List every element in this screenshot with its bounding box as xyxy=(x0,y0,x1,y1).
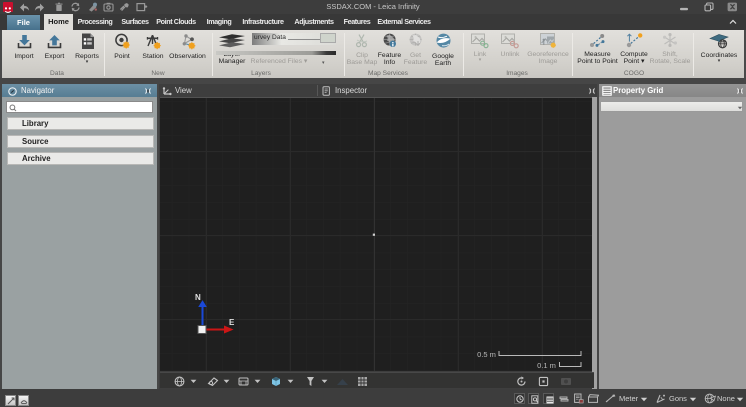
svg-text:0.5 m: 0.5 m xyxy=(477,350,498,359)
svg-text:N: N xyxy=(195,293,201,302)
svg-text:E: E xyxy=(229,318,235,327)
svg-text:0.1 m: 0.1 m xyxy=(537,361,558,370)
